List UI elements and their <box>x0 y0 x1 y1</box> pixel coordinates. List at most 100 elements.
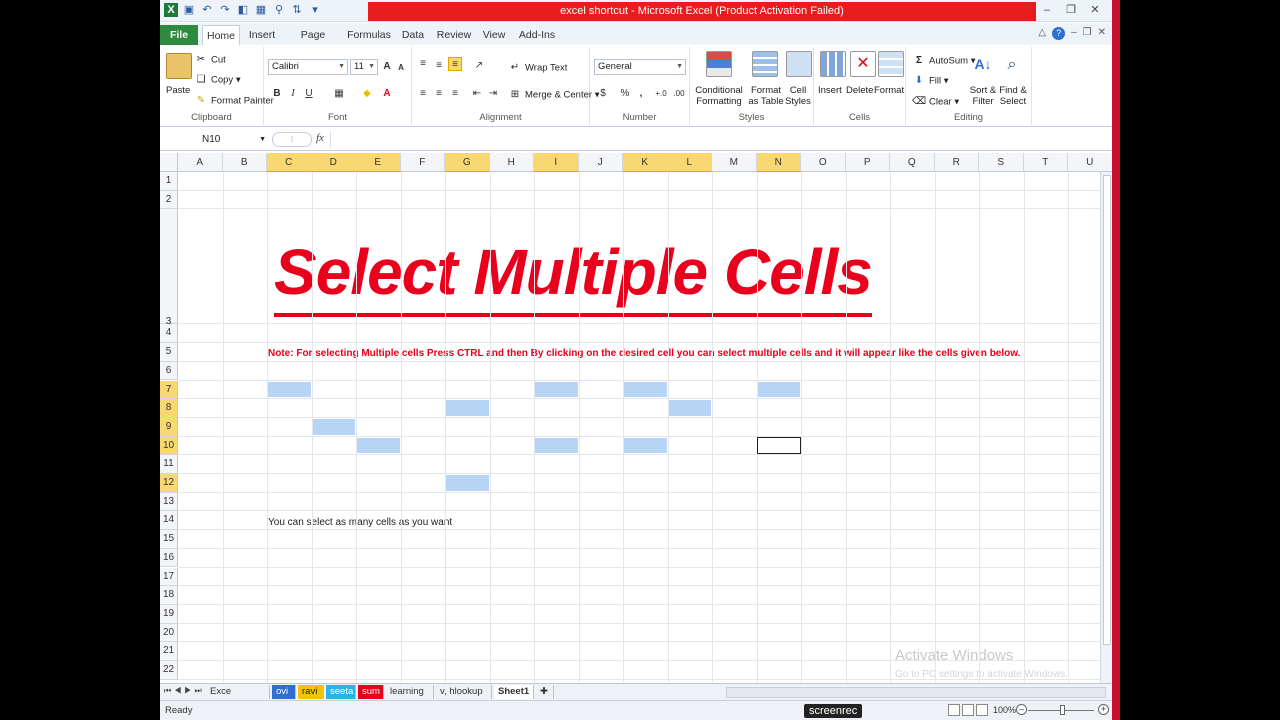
column-header-r[interactable]: R <box>934 153 979 172</box>
horizontal-scrollbar[interactable] <box>726 687 1106 698</box>
column-header-c[interactable]: C <box>267 153 312 172</box>
column-header-f[interactable]: F <box>400 153 445 172</box>
font-color-icon[interactable]: A <box>380 87 394 101</box>
increase-decimal-icon[interactable]: +.0 <box>652 87 670 101</box>
redo-icon[interactable]: ↷ <box>218 3 232 17</box>
selected-cell-g12[interactable] <box>446 475 489 491</box>
column-header-a[interactable]: A <box>178 153 223 172</box>
row-header-1[interactable]: 1 <box>160 172 178 191</box>
tab-view[interactable]: View <box>478 25 510 45</box>
selected-cell-e10[interactable] <box>357 437 400 454</box>
column-header-d[interactable]: D <box>311 153 356 172</box>
column-header-m[interactable]: M <box>712 153 757 172</box>
currency-icon[interactable]: $ <box>596 87 610 101</box>
column-header-o[interactable]: O <box>801 153 846 172</box>
row-header-16[interactable]: 16 <box>160 548 178 568</box>
paste-icon[interactable] <box>166 53 192 79</box>
row-header-15[interactable]: 15 <box>160 530 178 549</box>
row-header-13[interactable]: 13 <box>160 492 178 512</box>
column-header-n[interactable]: N <box>756 153 801 172</box>
row-header-20[interactable]: 20 <box>160 623 178 643</box>
column-header-b[interactable]: B <box>222 153 267 172</box>
autosum-button[interactable]: Σ AutoSum ▾ <box>912 54 976 68</box>
column-header-i[interactable]: I <box>534 153 579 172</box>
insert-sheet-icon[interactable]: ✚ <box>536 685 554 699</box>
selected-cell-g8[interactable] <box>446 400 489 416</box>
close-icon[interactable]: ✕ <box>1088 2 1102 18</box>
column-header-k[interactable]: K <box>623 153 668 172</box>
italic-icon[interactable]: I <box>286 87 300 101</box>
row-header-19[interactable]: 19 <box>160 604 178 624</box>
sheet-tab-sum[interactable]: sum <box>358 685 384 699</box>
row-header-14[interactable]: 14 <box>160 511 178 531</box>
column-header-u[interactable]: U <box>1068 153 1112 172</box>
restore-icon[interactable]: ❐ <box>1064 2 1078 18</box>
borders-icon[interactable]: ▦ <box>332 87 346 101</box>
row-header-9[interactable]: 9 <box>160 417 178 437</box>
selected-cell-n7[interactable] <box>757 381 800 398</box>
align-top-icon[interactable]: ≡ <box>416 57 430 71</box>
align-right-icon[interactable]: ≡ <box>448 87 462 101</box>
number-format-select[interactable]: General ▼ <box>594 59 686 75</box>
percent-icon[interactable]: % <box>618 87 632 101</box>
fill-button[interactable]: ⬇ Fill ▾ <box>912 74 949 88</box>
sheet-tab-ovi[interactable]: ovi <box>272 685 296 699</box>
insert-cells-button[interactable]: Insert <box>818 85 842 96</box>
worksheet-grid[interactable]: Select Multiple Cells Note: For selectin… <box>160 153 1112 683</box>
tab-formulas[interactable]: Formulas <box>346 25 392 45</box>
column-header-j[interactable]: J <box>578 153 623 172</box>
selected-cell-i10[interactable] <box>535 437 578 454</box>
vertical-scroll-thumb[interactable] <box>1103 175 1111 645</box>
row-header-10[interactable]: 10 <box>160 436 178 456</box>
column-header-l[interactable]: L <box>667 153 712 172</box>
help-icon[interactable]: ? <box>1052 27 1066 40</box>
align-bottom-icon[interactable]: ≡ <box>448 57 462 71</box>
selected-cell-i7[interactable] <box>535 381 578 398</box>
row-header-2[interactable]: 2 <box>160 190 178 210</box>
select-all-corner[interactable] <box>160 153 178 172</box>
increase-indent-icon[interactable]: ⇥ <box>486 87 500 101</box>
tab-insert[interactable]: Insert <box>244 25 280 45</box>
selected-cell-c7[interactable] <box>268 381 311 398</box>
save-icon[interactable]: ▣ <box>182 3 196 17</box>
column-header-p[interactable]: P <box>845 153 890 172</box>
align-left-icon[interactable]: ≡ <box>416 87 430 101</box>
conditional-formatting-button[interactable]: Conditional Formatting <box>694 85 744 107</box>
decrease-indent-icon[interactable]: ⇤ <box>470 87 484 101</box>
insert-function-icon[interactable]: fx <box>316 132 324 144</box>
align-center-icon[interactable]: ≡ <box>432 87 446 101</box>
undo-icon[interactable]: ↶ <box>200 3 214 17</box>
cell-styles-button[interactable]: Cell Styles <box>784 85 812 107</box>
sheet-tab-sheet1[interactable]: Sheet1 <box>494 685 534 699</box>
page-break-view-icon[interactable] <box>976 704 988 716</box>
name-box[interactable]: N10 ▼ <box>162 131 270 148</box>
minimize-icon[interactable]: – <box>1040 2 1054 18</box>
row-header-4[interactable]: 4 <box>160 324 178 344</box>
wrap-text-button[interactable]: ↵ Wrap Text <box>508 61 568 75</box>
formula-input[interactable] <box>330 131 1100 148</box>
sheet-tab-exce-shortcut[interactable]: Exce shortcut <box>206 685 270 711</box>
tab-add-ins[interactable]: Add-Ins <box>514 25 560 45</box>
clear-button[interactable]: ⌫ Clear ▾ <box>912 95 959 109</box>
format-icon[interactable]: ◧ <box>236 3 250 17</box>
copy-button[interactable]: ❏ Copy ▾ <box>194 73 241 87</box>
sort-filter-button[interactable]: Sort & Filter <box>968 85 998 107</box>
selected-cell-d9[interactable] <box>312 418 355 435</box>
active-cell[interactable] <box>756 436 801 455</box>
merge-center-button[interactable]: ⊞ Merge & Center ▾ <box>508 88 600 102</box>
column-header-q[interactable]: Q <box>890 153 935 172</box>
zoom-out-icon[interactable]: – <box>1016 704 1027 715</box>
row-header-5[interactable]: 5 <box>160 343 178 362</box>
collapse-ribbon-icon[interactable]: △ <box>1038 27 1046 40</box>
tab-page-layout[interactable]: Page Layout <box>284 25 342 61</box>
selected-cell-k10[interactable] <box>624 437 667 454</box>
decrease-decimal-icon[interactable]: .00 <box>670 87 688 101</box>
selected-cell-l8[interactable] <box>668 400 711 416</box>
underline-icon[interactable]: U <box>302 87 316 101</box>
find-select-button[interactable]: Find & Select <box>998 85 1028 107</box>
sort-icon[interactable]: ⇅ <box>290 3 304 17</box>
minimize-workbook-icon[interactable]: – <box>1071 27 1077 40</box>
tab-home[interactable]: Home <box>202 25 240 45</box>
column-header-e[interactable]: E <box>356 153 401 172</box>
paste-button[interactable]: Paste <box>166 85 190 96</box>
